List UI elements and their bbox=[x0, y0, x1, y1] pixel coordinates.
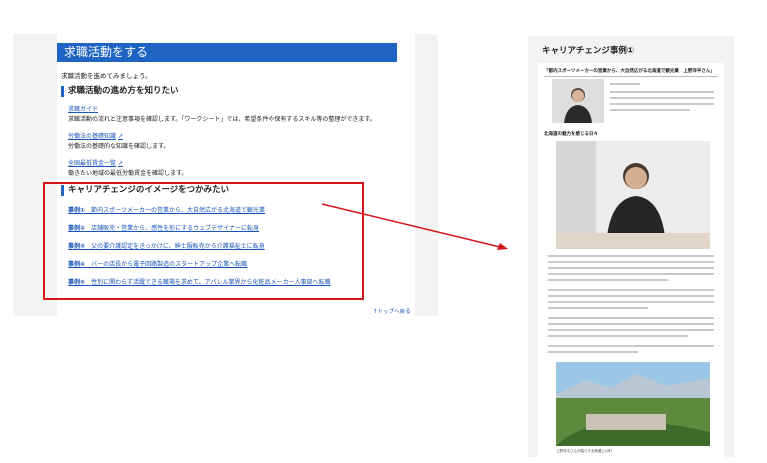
text-line bbox=[548, 273, 714, 275]
text-line bbox=[548, 295, 714, 297]
main-photo bbox=[556, 141, 710, 249]
article-section-label: 北海道の魅力を感じる日々 bbox=[544, 132, 598, 137]
text-line bbox=[548, 279, 668, 281]
text-line bbox=[548, 267, 714, 269]
text-line bbox=[548, 351, 638, 353]
text-line bbox=[548, 261, 714, 263]
text-line bbox=[610, 91, 714, 93]
article-body: 「都内スポーツメーカーの営業から、大自然広がる北海道で観光業 上野洋平さん」 北… bbox=[538, 63, 724, 457]
text-line bbox=[548, 317, 714, 319]
text-line bbox=[548, 289, 714, 291]
case-study-title: キャリアチェンジ事例① bbox=[542, 46, 635, 56]
text-line bbox=[548, 329, 714, 331]
right-page-panel: キャリアチェンジ事例① 「都内スポーツメーカーの営業から、大自然広がる北海道で観… bbox=[528, 36, 734, 457]
text-line bbox=[548, 307, 648, 309]
portrait-photo bbox=[552, 79, 604, 123]
text-line bbox=[610, 97, 714, 99]
article-headline: 「都内スポーツメーカーの営業から、大自然広がる北海道で観光業 上野洋平さん」 bbox=[544, 68, 718, 77]
landscape-photo bbox=[556, 362, 710, 446]
text-line bbox=[548, 335, 688, 337]
text-line bbox=[610, 103, 714, 105]
text-line bbox=[548, 255, 714, 257]
text-line bbox=[548, 301, 714, 303]
text-line bbox=[548, 323, 714, 325]
photo-caption: 上野洋平さんが暮らす北海道上川町 bbox=[556, 449, 612, 453]
text-line bbox=[548, 345, 714, 347]
text-line bbox=[610, 109, 690, 111]
text-line bbox=[610, 83, 640, 85]
